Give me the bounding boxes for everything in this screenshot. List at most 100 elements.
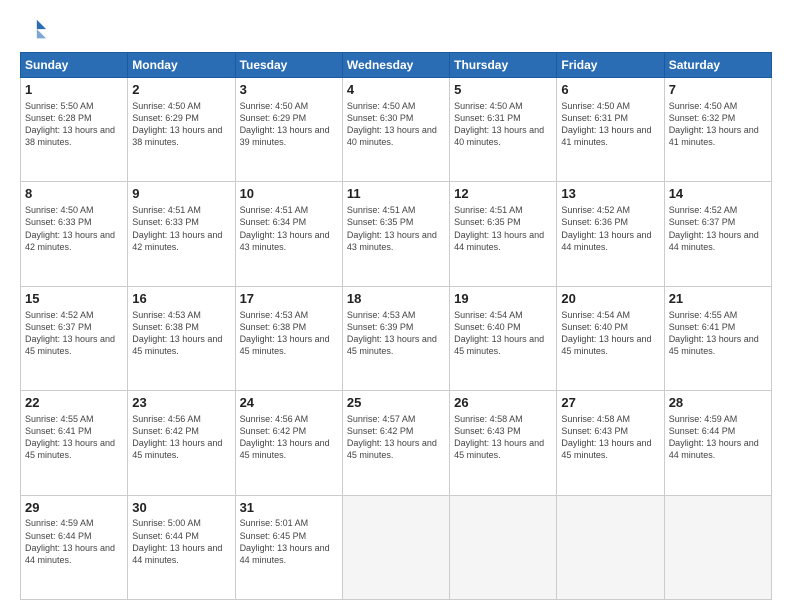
day-info: Sunrise: 4:50 AMSunset: 6:29 PMDaylight:…: [132, 100, 230, 149]
day-number: 10: [240, 186, 338, 203]
day-info: Sunrise: 5:50 AMSunset: 6:28 PMDaylight:…: [25, 100, 123, 149]
calendar-cell: [450, 495, 557, 599]
day-number: 29: [25, 500, 123, 517]
day-number: 7: [669, 82, 767, 99]
calendar-cell: 18Sunrise: 4:53 AMSunset: 6:39 PMDayligh…: [342, 286, 449, 390]
day-number: 18: [347, 291, 445, 308]
day-number: 17: [240, 291, 338, 308]
calendar-cell: 23Sunrise: 4:56 AMSunset: 6:42 PMDayligh…: [128, 391, 235, 495]
day-number: 30: [132, 500, 230, 517]
calendar-cell: 26Sunrise: 4:58 AMSunset: 6:43 PMDayligh…: [450, 391, 557, 495]
day-info: Sunrise: 4:58 AMSunset: 6:43 PMDaylight:…: [454, 413, 552, 462]
day-info: Sunrise: 4:53 AMSunset: 6:38 PMDaylight:…: [132, 309, 230, 358]
calendar-cell: 9Sunrise: 4:51 AMSunset: 6:33 PMDaylight…: [128, 182, 235, 286]
calendar-cell: 2Sunrise: 4:50 AMSunset: 6:29 PMDaylight…: [128, 78, 235, 182]
day-info: Sunrise: 4:55 AMSunset: 6:41 PMDaylight:…: [669, 309, 767, 358]
calendar-cell: 27Sunrise: 4:58 AMSunset: 6:43 PMDayligh…: [557, 391, 664, 495]
calendar-cell: 3Sunrise: 4:50 AMSunset: 6:29 PMDaylight…: [235, 78, 342, 182]
day-info: Sunrise: 4:55 AMSunset: 6:41 PMDaylight:…: [25, 413, 123, 462]
day-info: Sunrise: 5:01 AMSunset: 6:45 PMDaylight:…: [240, 517, 338, 566]
day-info: Sunrise: 4:50 AMSunset: 6:29 PMDaylight:…: [240, 100, 338, 149]
day-info: Sunrise: 4:58 AMSunset: 6:43 PMDaylight:…: [561, 413, 659, 462]
logo: [20, 16, 52, 44]
day-number: 14: [669, 186, 767, 203]
day-info: Sunrise: 4:51 AMSunset: 6:35 PMDaylight:…: [347, 204, 445, 253]
calendar-cell: [664, 495, 771, 599]
calendar-cell: 7Sunrise: 4:50 AMSunset: 6:32 PMDaylight…: [664, 78, 771, 182]
day-number: 12: [454, 186, 552, 203]
weekday-header-row: SundayMondayTuesdayWednesdayThursdayFrid…: [21, 53, 772, 78]
day-number: 1: [25, 82, 123, 99]
calendar-cell: 30Sunrise: 5:00 AMSunset: 6:44 PMDayligh…: [128, 495, 235, 599]
week-row-2: 8Sunrise: 4:50 AMSunset: 6:33 PMDaylight…: [21, 182, 772, 286]
day-number: 24: [240, 395, 338, 412]
week-row-3: 15Sunrise: 4:52 AMSunset: 6:37 PMDayligh…: [21, 286, 772, 390]
day-number: 25: [347, 395, 445, 412]
day-info: Sunrise: 4:59 AMSunset: 6:44 PMDaylight:…: [669, 413, 767, 462]
day-number: 21: [669, 291, 767, 308]
day-info: Sunrise: 4:52 AMSunset: 6:37 PMDaylight:…: [25, 309, 123, 358]
day-info: Sunrise: 4:56 AMSunset: 6:42 PMDaylight:…: [132, 413, 230, 462]
day-number: 28: [669, 395, 767, 412]
calendar-cell: 16Sunrise: 4:53 AMSunset: 6:38 PMDayligh…: [128, 286, 235, 390]
day-info: Sunrise: 4:57 AMSunset: 6:42 PMDaylight:…: [347, 413, 445, 462]
day-number: 2: [132, 82, 230, 99]
day-number: 9: [132, 186, 230, 203]
weekday-header-wednesday: Wednesday: [342, 53, 449, 78]
calendar-cell: 11Sunrise: 4:51 AMSunset: 6:35 PMDayligh…: [342, 182, 449, 286]
weekday-header-monday: Monday: [128, 53, 235, 78]
day-number: 11: [347, 186, 445, 203]
day-number: 19: [454, 291, 552, 308]
calendar-cell: 15Sunrise: 4:52 AMSunset: 6:37 PMDayligh…: [21, 286, 128, 390]
weekday-header-thursday: Thursday: [450, 53, 557, 78]
calendar-cell: 6Sunrise: 4:50 AMSunset: 6:31 PMDaylight…: [557, 78, 664, 182]
calendar-cell: 24Sunrise: 4:56 AMSunset: 6:42 PMDayligh…: [235, 391, 342, 495]
calendar-cell: 17Sunrise: 4:53 AMSunset: 6:38 PMDayligh…: [235, 286, 342, 390]
day-number: 6: [561, 82, 659, 99]
calendar-cell: 19Sunrise: 4:54 AMSunset: 6:40 PMDayligh…: [450, 286, 557, 390]
day-number: 23: [132, 395, 230, 412]
week-row-5: 29Sunrise: 4:59 AMSunset: 6:44 PMDayligh…: [21, 495, 772, 599]
day-info: Sunrise: 4:59 AMSunset: 6:44 PMDaylight:…: [25, 517, 123, 566]
calendar-cell: 28Sunrise: 4:59 AMSunset: 6:44 PMDayligh…: [664, 391, 771, 495]
header: [20, 16, 772, 44]
weekday-header-tuesday: Tuesday: [235, 53, 342, 78]
day-info: Sunrise: 4:50 AMSunset: 6:31 PMDaylight:…: [454, 100, 552, 149]
day-info: Sunrise: 4:52 AMSunset: 6:36 PMDaylight:…: [561, 204, 659, 253]
day-number: 3: [240, 82, 338, 99]
day-number: 8: [25, 186, 123, 203]
day-number: 13: [561, 186, 659, 203]
page: SundayMondayTuesdayWednesdayThursdayFrid…: [0, 0, 792, 612]
calendar-cell: 4Sunrise: 4:50 AMSunset: 6:30 PMDaylight…: [342, 78, 449, 182]
weekday-header-sunday: Sunday: [21, 53, 128, 78]
day-info: Sunrise: 4:52 AMSunset: 6:37 PMDaylight:…: [669, 204, 767, 253]
calendar-body: 1Sunrise: 5:50 AMSunset: 6:28 PMDaylight…: [21, 78, 772, 600]
calendar-cell: 13Sunrise: 4:52 AMSunset: 6:36 PMDayligh…: [557, 182, 664, 286]
day-info: Sunrise: 4:53 AMSunset: 6:39 PMDaylight:…: [347, 309, 445, 358]
calendar-cell: 8Sunrise: 4:50 AMSunset: 6:33 PMDaylight…: [21, 182, 128, 286]
calendar-cell: 12Sunrise: 4:51 AMSunset: 6:35 PMDayligh…: [450, 182, 557, 286]
calendar-cell: 31Sunrise: 5:01 AMSunset: 6:45 PMDayligh…: [235, 495, 342, 599]
calendar-table: SundayMondayTuesdayWednesdayThursdayFrid…: [20, 52, 772, 600]
calendar-cell: 25Sunrise: 4:57 AMSunset: 6:42 PMDayligh…: [342, 391, 449, 495]
day-info: Sunrise: 4:51 AMSunset: 6:35 PMDaylight:…: [454, 204, 552, 253]
calendar-cell: 14Sunrise: 4:52 AMSunset: 6:37 PMDayligh…: [664, 182, 771, 286]
day-info: Sunrise: 4:51 AMSunset: 6:33 PMDaylight:…: [132, 204, 230, 253]
calendar-cell: 22Sunrise: 4:55 AMSunset: 6:41 PMDayligh…: [21, 391, 128, 495]
week-row-1: 1Sunrise: 5:50 AMSunset: 6:28 PMDaylight…: [21, 78, 772, 182]
weekday-header-friday: Friday: [557, 53, 664, 78]
calendar-cell: [342, 495, 449, 599]
calendar-header: SundayMondayTuesdayWednesdayThursdayFrid…: [21, 53, 772, 78]
calendar-cell: 21Sunrise: 4:55 AMSunset: 6:41 PMDayligh…: [664, 286, 771, 390]
day-number: 22: [25, 395, 123, 412]
day-info: Sunrise: 4:50 AMSunset: 6:30 PMDaylight:…: [347, 100, 445, 149]
day-info: Sunrise: 4:51 AMSunset: 6:34 PMDaylight:…: [240, 204, 338, 253]
day-number: 27: [561, 395, 659, 412]
day-number: 15: [25, 291, 123, 308]
calendar-cell: 20Sunrise: 4:54 AMSunset: 6:40 PMDayligh…: [557, 286, 664, 390]
day-number: 20: [561, 291, 659, 308]
day-info: Sunrise: 5:00 AMSunset: 6:44 PMDaylight:…: [132, 517, 230, 566]
calendar-cell: [557, 495, 664, 599]
day-number: 4: [347, 82, 445, 99]
calendar-cell: 1Sunrise: 5:50 AMSunset: 6:28 PMDaylight…: [21, 78, 128, 182]
